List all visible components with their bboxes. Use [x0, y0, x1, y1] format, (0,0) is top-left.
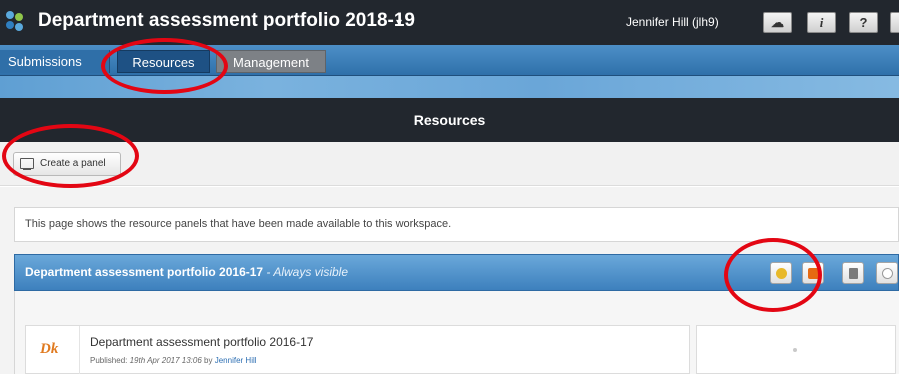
resource-item[interactable]: Dk Department assessment portfolio 2016-…: [25, 325, 690, 374]
page: Department assessment portfolio 2018-19 …: [0, 0, 899, 374]
panel-title: Department assessment portfolio 2016-17: [25, 265, 264, 279]
help-button[interactable]: ?: [849, 12, 878, 33]
content-area: This page shows the resource panels that…: [0, 187, 899, 374]
panel-body: Dk Department assessment portfolio 2016-…: [14, 291, 899, 374]
collapse-icon: [882, 268, 893, 279]
panel-header[interactable]: Department assessment portfolio 2016-17 …: [14, 254, 899, 291]
document-icon: Dk: [40, 341, 59, 357]
logo-icon: [6, 11, 24, 33]
item-status-cell: [696, 325, 896, 374]
panel-visibility: - Always visible: [263, 265, 349, 279]
collapse-panel-button[interactable]: [876, 262, 898, 284]
settings-icon: [808, 268, 819, 279]
info-message: This page shows the resource panels that…: [14, 207, 899, 242]
tab-submissions[interactable]: Submissions: [0, 50, 110, 73]
chevron-down-icon[interactable]: ▾: [396, 15, 402, 29]
item-title[interactable]: Department assessment portfolio 2016-17: [90, 335, 313, 349]
decorative-stripe: [0, 76, 899, 98]
item-meta: Published: 19th Apr 2017 13:06 by Jennif…: [90, 356, 257, 365]
page-title: Resources: [0, 98, 899, 142]
cloud-button[interactable]: ☁: [763, 12, 792, 33]
add-resource-icon: [776, 268, 787, 279]
status-dot: [793, 348, 797, 352]
extra-button[interactable]: [890, 12, 899, 33]
by-label: by: [204, 356, 213, 365]
user-name[interactable]: Jennifer Hill (jlh9): [626, 15, 719, 29]
add-resource-button[interactable]: [770, 262, 792, 284]
tab-resources[interactable]: Resources: [117, 50, 210, 73]
published-date: 19th Apr 2017 13:06: [129, 356, 202, 365]
toolbar: Create a panel: [0, 142, 899, 186]
tab-bar: Submissions Resources Management: [0, 45, 899, 76]
item-icon-cell: Dk: [26, 326, 80, 374]
delete-icon: [849, 268, 858, 279]
panel-icon: [20, 158, 34, 170]
workspace-title[interactable]: Department assessment portfolio 2018-19: [38, 10, 415, 32]
published-label: Published:: [90, 356, 128, 365]
create-panel-label: Create a panel: [40, 158, 106, 169]
create-panel-button[interactable]: Create a panel: [13, 152, 121, 176]
panel-settings-button[interactable]: [802, 262, 824, 284]
tab-management[interactable]: Management: [216, 50, 326, 73]
info-button[interactable]: i: [807, 12, 836, 33]
delete-panel-button[interactable]: [842, 262, 864, 284]
author-link[interactable]: Jennifer Hill: [215, 356, 257, 365]
top-bar: Department assessment portfolio 2018-19 …: [0, 0, 899, 45]
